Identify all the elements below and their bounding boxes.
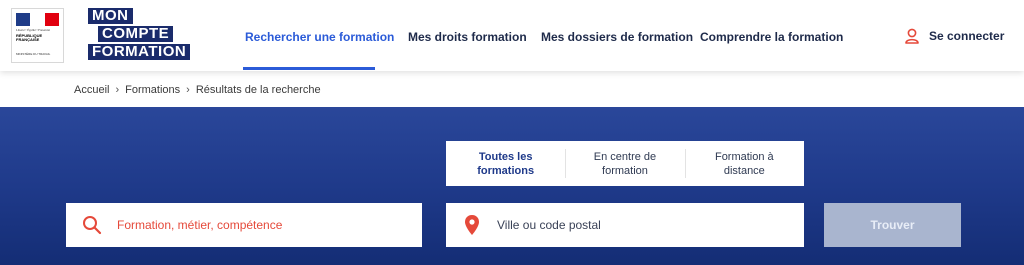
brand-logo[interactable]: MON COMPTE FORMATION (88, 8, 198, 62)
breadcrumb: Accueil › Formations › Résultats de la r… (74, 84, 321, 96)
login-label: Se connecter (929, 29, 1005, 43)
ministry-logo[interactable]: Liberté • Égalité • Fraternité RÉPUBLIQU… (11, 8, 64, 63)
search-mode-tabs: Toutes les formations En centre de formati… (446, 141, 804, 186)
breadcrumb-current: Résultats de la recherche (195, 84, 321, 96)
brand-line-1: MON (88, 8, 133, 24)
nav-my-files[interactable]: Mes dossiers de formation (541, 30, 693, 44)
brand-line-3: FORMATION (88, 44, 191, 60)
tab-label-line2: formation (602, 164, 648, 177)
brand-line-2: COMPTE (98, 26, 174, 42)
nav-understand-training[interactable]: Comprendre la formation (700, 30, 843, 44)
tab-all-trainings[interactable]: Toutes les formations (446, 141, 565, 186)
breadcrumb-formations[interactable]: Formations (125, 84, 180, 96)
chevron-right-icon: › (115, 84, 120, 96)
training-search-placeholder: Formation, métier, compétence (117, 218, 283, 232)
find-button[interactable]: Trouver (824, 203, 961, 247)
republic-text: RÉPUBLIQUE FRANÇAISE (16, 33, 43, 42)
nav-my-rights[interactable]: Mes droits formation (408, 30, 527, 44)
tab-label-line2: distance (723, 164, 765, 177)
location-placeholder: Ville ou code postal (497, 218, 601, 232)
login-link[interactable]: Se connecter (905, 28, 1004, 44)
user-icon (905, 28, 919, 44)
search-icon (82, 215, 102, 235)
chevron-right-icon: › (186, 84, 190, 96)
motto-text: Liberté • Égalité • Fraternité (16, 28, 50, 32)
location-pin-icon (464, 214, 480, 236)
nav-search-training[interactable]: Rechercher une formation (245, 30, 394, 44)
breadcrumb-home[interactable]: Accueil (74, 84, 109, 96)
location-input[interactable]: Ville ou code postal (446, 203, 804, 247)
tab-label-line1: Formation à (714, 150, 774, 163)
active-nav-indicator (243, 67, 375, 70)
tab-label-line1: En centre de (593, 150, 657, 163)
site-header: Liberté • Égalité • Fraternité RÉPUBLIQU… (0, 0, 1024, 71)
tab-in-center[interactable]: En centre de formation (565, 141, 684, 186)
tab-remote[interactable]: Formation à distance (684, 141, 804, 186)
tab-label-line2: formations (477, 164, 535, 177)
tab-label-line1: Toutes les (478, 150, 533, 163)
ministry-text: MINISTÈRE DU TRAVAIL (16, 52, 51, 56)
training-search-input[interactable]: Formation, métier, compétence (66, 203, 422, 247)
french-flag (16, 13, 59, 26)
